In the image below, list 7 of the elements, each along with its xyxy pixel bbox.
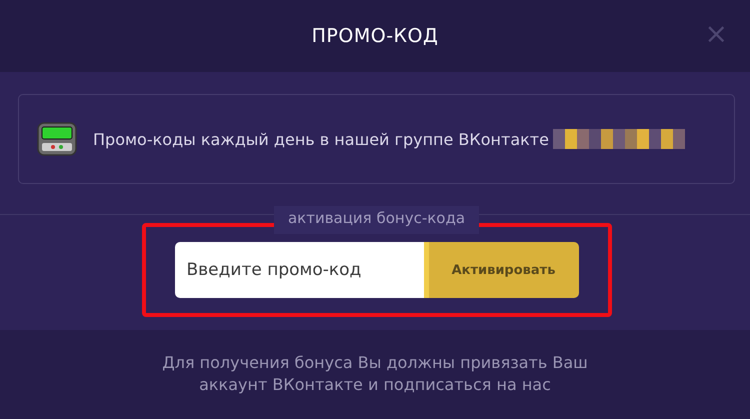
promo-code-field[interactable]: Введите промо-код	[174, 242, 428, 298]
section-label: активация бонус-кода	[274, 206, 480, 234]
dialog-title: ПРОМО-КОД	[312, 25, 438, 47]
promo-info-text: Промо-коды каждый день в нашей группе ВКонтакте	[93, 130, 549, 148]
pager-icon	[37, 122, 77, 156]
bonus-info-text: Для получения бонуса Вы должны привязать Ваш аккаунт ВКонтакте и подписаться на нас	[161, 352, 589, 396]
activate-button[interactable]: Активировать	[428, 242, 578, 298]
